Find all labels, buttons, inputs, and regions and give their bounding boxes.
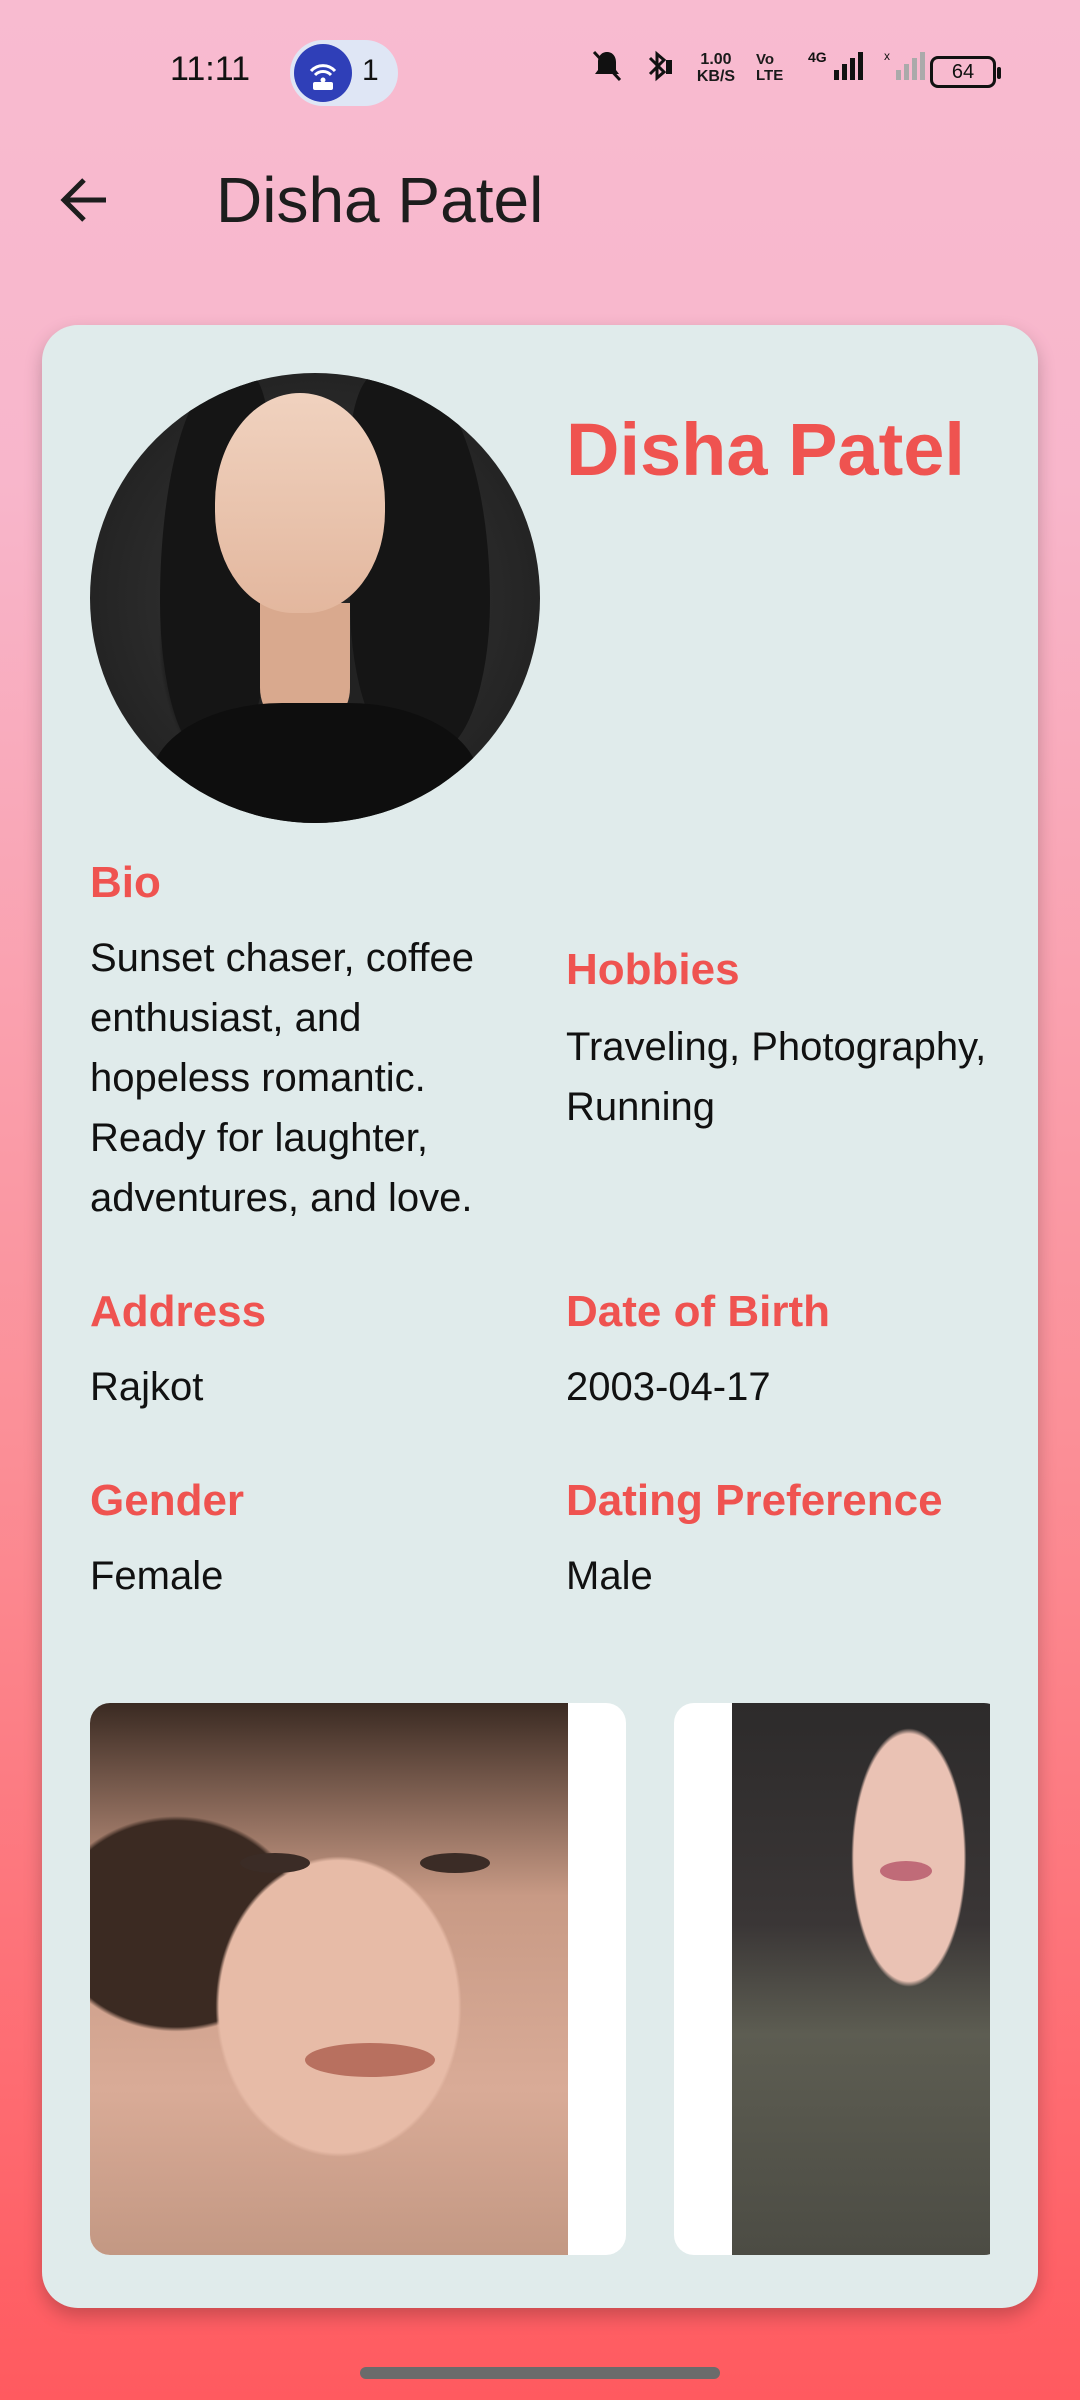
- arrow-back-icon: [60, 178, 106, 222]
- status-bar: 11:11 1 1.00 KB/S Vo LTE 4G x 64: [0, 0, 1080, 130]
- dob-text: 2003-04-17: [566, 1365, 771, 1409]
- app-bar: Disha Patel: [0, 130, 1080, 270]
- mute-icon: [590, 48, 624, 89]
- photo-gallery[interactable]: [90, 1703, 990, 2255]
- notification-count: 1: [362, 54, 379, 87]
- page-title: Disha Patel: [216, 164, 544, 236]
- profile-card: Disha Patel Bio Sunset chaser, coffee en…: [42, 325, 1038, 2308]
- dob-label: Date of Birth: [566, 1287, 830, 1336]
- status-icons: 1.00 KB/S Vo LTE 4G x: [590, 48, 930, 88]
- profile-avatar[interactable]: [90, 373, 540, 823]
- net-speed: 1.00 KB/S: [696, 51, 736, 85]
- avatar-face: [215, 393, 385, 613]
- battery-icon: 64: [930, 56, 1001, 88]
- signal-weak-icon: x: [882, 48, 930, 89]
- gallery-photo-image: [732, 1703, 990, 2255]
- hotspot-pill[interactable]: 1: [290, 40, 398, 106]
- dating-preference-text: Male: [566, 1554, 653, 1598]
- hotspot-icon: [294, 44, 352, 102]
- address-label: Address: [90, 1287, 267, 1336]
- home-indicator[interactable]: [360, 2367, 720, 2379]
- address-text: Rajkot: [90, 1365, 204, 1409]
- svg-text:4G: 4G: [808, 49, 827, 65]
- hobbies-text: Traveling, Photography, Running: [566, 1025, 987, 1129]
- gallery-photo[interactable]: [90, 1703, 626, 2255]
- status-time: 11:11: [170, 50, 251, 88]
- avatar-shirt: [150, 703, 480, 823]
- back-button[interactable]: [40, 160, 130, 240]
- bio-label: Bio: [90, 858, 161, 907]
- svg-text:x: x: [884, 49, 890, 63]
- gallery-photo-image: [90, 1703, 568, 2255]
- hobbies-label: Hobbies: [566, 945, 740, 994]
- volte-indicator: Vo LTE: [756, 51, 784, 84]
- dating-preference-label: Dating Preference: [566, 1476, 943, 1525]
- gender-label: Gender: [90, 1476, 245, 1525]
- bio-text: Sunset chaser, coffee enthusiast, and ho…: [90, 936, 474, 1220]
- gallery-photo[interactable]: [674, 1703, 990, 2255]
- signal-4g-icon: 4G: [804, 48, 866, 89]
- profile-name: Disha Patel: [566, 408, 965, 491]
- bluetooth-icon: [640, 48, 676, 89]
- gender-text: Female: [90, 1554, 224, 1598]
